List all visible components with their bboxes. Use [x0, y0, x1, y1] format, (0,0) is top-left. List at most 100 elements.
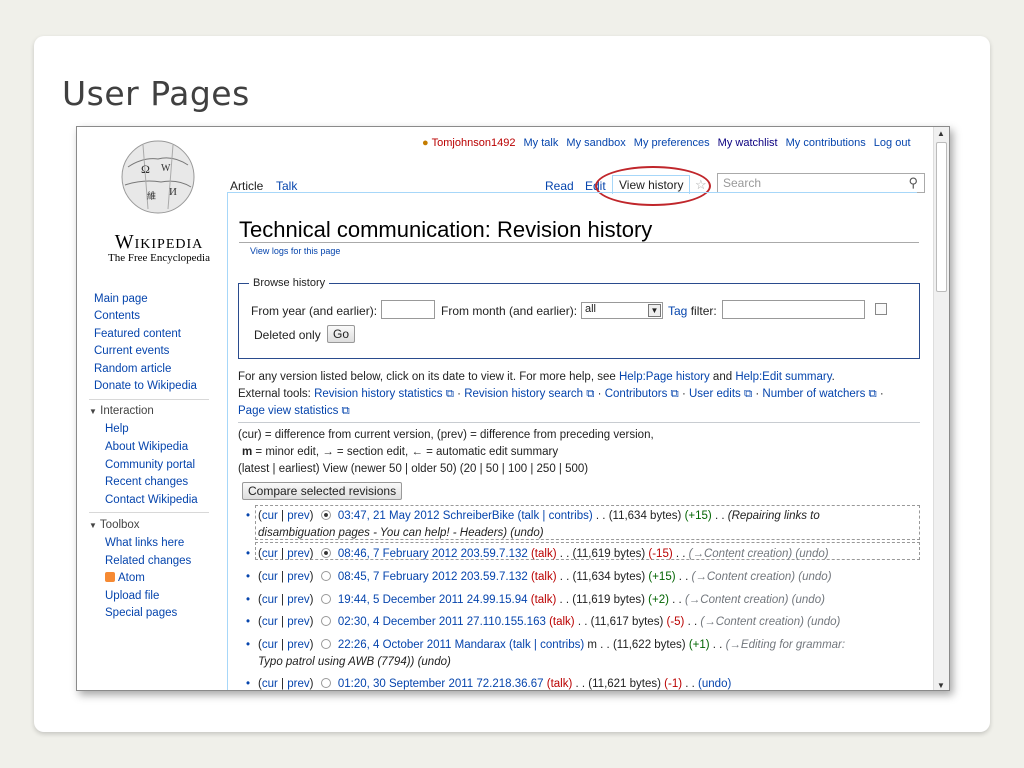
revision-date[interactable]: 08:46, 7 February 2012 [338, 548, 458, 560]
scrollbar-thumb[interactable] [936, 142, 947, 292]
my-watchlist-link[interactable]: My watchlist [718, 137, 778, 149]
sidebar-item-contents[interactable]: Contents [94, 310, 140, 322]
revision-user-links[interactable]: (talk) [531, 548, 557, 560]
tab-article[interactable]: Article [230, 179, 263, 193]
revision-user-links[interactable]: (talk) [531, 571, 557, 583]
revision-radio[interactable] [320, 594, 331, 604]
content-left-border [227, 192, 228, 690]
sidebar-item-upload-file[interactable]: Upload file [105, 590, 159, 602]
revision-user-links[interactable]: (talk | contribs) [509, 639, 584, 651]
cur-prev-links[interactable]: (cur | prev) [258, 616, 313, 628]
month-select-value: all [585, 303, 597, 315]
triangle-down-icon: ▼ [89, 521, 97, 530]
sidebar-item-current-events[interactable]: Current events [94, 345, 169, 357]
revision-radio[interactable] [320, 548, 331, 558]
revision-summary[interactable]: (undo) [698, 678, 731, 690]
cur-prev-links[interactable]: (cur | prev) [258, 510, 313, 522]
tag-filter-input[interactable] [722, 300, 865, 319]
revision-user[interactable]: SchreiberBike [443, 510, 515, 522]
cur-prev-links[interactable]: (cur | prev) [258, 594, 313, 606]
sidebar-item-donate[interactable]: Donate to Wikipedia [94, 380, 197, 392]
tab-talk[interactable]: Talk [276, 179, 297, 193]
my-sandbox-link[interactable]: My sandbox [566, 137, 625, 149]
revision-radio[interactable] [320, 510, 331, 520]
pagination-line[interactable]: (latest | earliest) View (newer 50 | old… [238, 463, 588, 475]
sidebar-item-community-portal[interactable]: Community portal [105, 459, 195, 471]
sidebar-item-what-links-here[interactable]: What links here [105, 537, 184, 549]
sidebar-item-atom-label: Atom [118, 572, 145, 584]
tag-link[interactable]: Tag [668, 304, 687, 318]
my-contributions-link[interactable]: My contributions [786, 137, 866, 149]
list-item: • (cur | prev) 19:44, 5 December 2011 24.… [246, 594, 825, 606]
cur-prev-links[interactable]: (cur | prev) [258, 678, 313, 690]
revision-user[interactable]: 27.110.155.163 [467, 616, 546, 628]
revision-user[interactable]: 203.59.7.132 [461, 548, 528, 560]
username-link[interactable]: Tomjohnson1492 [432, 137, 516, 149]
triangle-down-icon: ▼ [89, 407, 97, 416]
go-button[interactable]: Go [327, 325, 356, 343]
tool-revision-history-search[interactable]: Revision history search [464, 388, 583, 400]
tool-revision-history-statistics[interactable]: Revision history statistics [314, 388, 442, 400]
tool-contributors[interactable]: Contributors [605, 388, 668, 400]
interaction-header[interactable]: ▼ Interaction [89, 405, 154, 417]
revision-radio[interactable] [320, 616, 331, 626]
help-edit-summary-link[interactable]: Help:Edit summary [735, 371, 831, 383]
view-logs-link[interactable]: View logs for this page [250, 246, 340, 256]
revision-user-links[interactable]: (talk) [547, 678, 573, 690]
sidebar-item-contact[interactable]: Contact Wikipedia [105, 494, 198, 506]
revision-summary-line2: Typo patrol using AWB (7794)) (undo) [258, 656, 451, 668]
cur-prev-links[interactable]: (cur | prev) [258, 571, 313, 583]
wikipedia-wordmark[interactable]: Wikipedia The Free Encyclopedia [89, 231, 229, 264]
revision-user[interactable]: Mandarax [455, 639, 506, 651]
sidebar-item-related-changes[interactable]: Related changes [105, 555, 191, 567]
sidebar-item-special-pages[interactable]: Special pages [105, 607, 177, 619]
tool-number-of-watchers[interactable]: Number of watchers [762, 388, 865, 400]
scroll-down-icon[interactable]: ▼ [937, 681, 945, 690]
tab-read[interactable]: Read [545, 179, 574, 193]
minor-marker: m [242, 446, 253, 458]
sidebar-item-main-page[interactable]: Main page [94, 293, 148, 305]
vertical-scrollbar[interactable]: ▲ ▼ [933, 127, 949, 690]
my-preferences-link[interactable]: My preferences [634, 137, 710, 149]
bullet: • [246, 616, 251, 628]
revision-date[interactable]: 02:30, 4 December 2011 [338, 616, 464, 628]
revision-radio[interactable] [320, 571, 331, 581]
revision-user[interactable]: 203.59.7.132 [461, 571, 528, 583]
month-select[interactable]: all ▼ [581, 302, 663, 319]
search-icon[interactable]: ⚲ [908, 175, 918, 191]
toolbox-header[interactable]: ▼ Toolbox [89, 519, 140, 531]
sidebar-item-about[interactable]: About Wikipedia [105, 441, 188, 453]
cur-prev-links[interactable]: (cur | prev) [258, 548, 313, 560]
tag-invert-checkbox[interactable] [875, 303, 887, 315]
tool-page-view-statistics[interactable]: Page view statistics [238, 405, 338, 417]
revision-user-links[interactable]: (talk | contribs) [518, 510, 593, 522]
revision-date[interactable]: 19:44, 5 December 2011 [338, 594, 464, 606]
compare-selected-revisions-button[interactable]: Compare selected revisions [242, 482, 403, 500]
sidebar-item-featured-content[interactable]: Featured content [94, 328, 181, 340]
revision-date[interactable]: 22:26, 4 October 2011 [338, 639, 452, 651]
revision-user[interactable]: 72.218.36.67 [476, 678, 543, 690]
revision-date[interactable]: 08:45, 7 February 2012 [338, 571, 458, 583]
revision-date[interactable]: 03:47, 21 May 2012 [338, 510, 440, 522]
log-out-link[interactable]: Log out [874, 137, 911, 149]
sidebar-item-help[interactable]: Help [105, 423, 129, 435]
sidebar-item-random-article[interactable]: Random article [94, 363, 171, 375]
revision-user-links[interactable]: (talk) [531, 594, 557, 606]
cur-prev-links[interactable]: (cur | prev) [258, 639, 313, 651]
scroll-up-icon[interactable]: ▲ [937, 129, 945, 138]
year-input[interactable] [381, 300, 435, 319]
revision-radio[interactable] [320, 678, 331, 688]
tool-user-edits[interactable]: User edits [689, 388, 741, 400]
search-input[interactable]: Search ⚲ [717, 173, 925, 193]
revision-change: (+1) [688, 639, 710, 651]
revision-user-links[interactable]: (talk) [549, 616, 575, 628]
sidebar-item-recent-changes[interactable]: Recent changes [105, 476, 188, 488]
svg-text:И: И [169, 186, 177, 198]
my-talk-link[interactable]: My talk [524, 137, 559, 149]
external-tools-line: External tools: Revision history statist… [238, 388, 884, 400]
help-page-history-link[interactable]: Help:Page history [619, 371, 710, 383]
revision-date[interactable]: 01:20, 30 September 2011 [338, 678, 473, 690]
revision-user[interactable]: 24.99.15.94 [467, 594, 528, 606]
revision-radio[interactable] [320, 639, 331, 649]
sidebar-item-atom[interactable]: Atom [105, 572, 145, 584]
